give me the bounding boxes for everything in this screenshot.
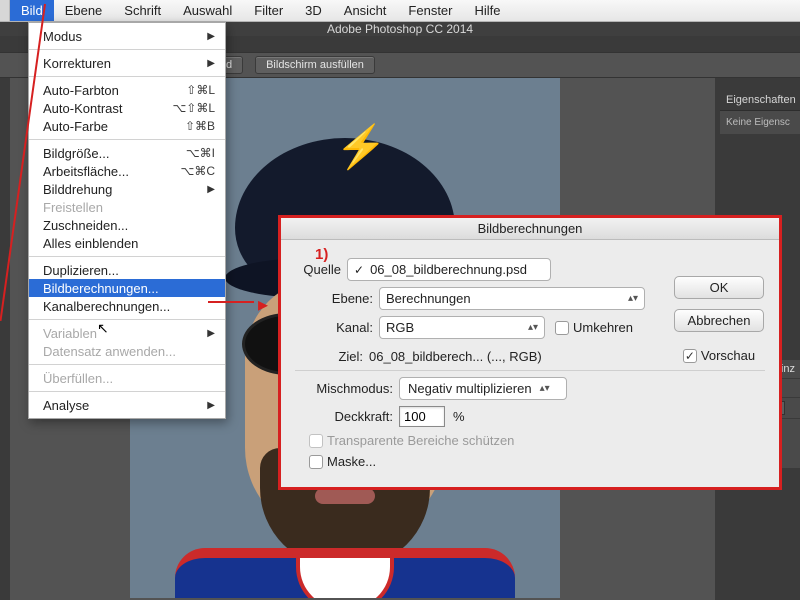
lips-shape — [315, 488, 375, 504]
menu-bild[interactable]: Bild — [10, 0, 54, 21]
layer-select[interactable]: Berechnungen ▴▾ — [379, 287, 645, 310]
blend-value: Negativ multiplizieren — [408, 381, 532, 396]
menu-item-datensatz: Datensatz anwenden... — [29, 342, 225, 360]
mask-label: Maske... — [327, 454, 376, 469]
menu-item-kanalberechnungen[interactable]: Kanalberechnungen... — [29, 297, 225, 315]
jersey-shape — [175, 548, 515, 598]
chevron-right-icon: ▶ — [207, 400, 215, 411]
chevron-right-icon: ▶ — [207, 328, 215, 339]
dialog-title: Bildberechnungen — [281, 218, 779, 240]
menu-hilfe[interactable]: Hilfe — [464, 0, 512, 21]
menu-ansicht[interactable]: Ansicht — [333, 0, 398, 21]
menubar-left-edge — [0, 0, 10, 21]
chevron-updown-icon: ▴▾ — [540, 383, 550, 394]
channel-value: RGB — [386, 320, 414, 335]
blend-label: Mischmodus: — [295, 381, 399, 396]
chevron-updown-icon: ▴▾ — [620, 293, 638, 304]
menu-item-analyse[interactable]: Analyse▶ — [29, 396, 225, 414]
menu-item-bildberechnungen[interactable]: Bildberechnungen... — [29, 279, 225, 297]
annotation-step-1: 1) — [315, 246, 328, 263]
source-value: 06_08_bildberechnung.psd — [370, 262, 527, 277]
menu-separator — [29, 319, 225, 320]
mask-checkbox[interactable] — [309, 455, 323, 469]
menu-item-auto-kontrast[interactable]: Auto-Kontrast⌥⇧⌘L — [29, 99, 225, 117]
menu-item-ueberfuellen: Überfüllen... — [29, 369, 225, 387]
check-icon: ✓ — [354, 263, 364, 277]
dialog-divider — [295, 370, 765, 371]
source-select[interactable]: ✓ 06_08_bildberechnung.psd — [347, 258, 551, 281]
preview-label: Vorschau — [701, 348, 755, 363]
menu-item-variablen: Variablen▶ — [29, 324, 225, 342]
invert-label: Umkehren — [573, 320, 633, 335]
layer-label: Ebene: — [319, 291, 379, 306]
menu-item-auto-farbton[interactable]: Auto-Farbton⇧⌘L — [29, 81, 225, 99]
properties-panel-header[interactable]: Eigenschaften — [720, 90, 800, 111]
blend-mode-select[interactable]: Negativ multiplizieren ▴▾ — [399, 377, 567, 400]
bolt-icon: ⚡ — [335, 123, 387, 172]
menu-fenster[interactable]: Fenster — [397, 0, 463, 21]
menu-item-bildgroesse[interactable]: Bildgröße...⌥⌘I — [29, 144, 225, 162]
transparent-checkbox — [309, 434, 323, 448]
properties-panel: Eigenschaften Keine Eigensc — [720, 90, 800, 134]
target-label: Ziel: — [325, 349, 369, 364]
source-label: Quelle — [295, 262, 347, 277]
menu-item-alles-einblenden[interactable]: Alles einblenden — [29, 234, 225, 252]
menu-separator — [29, 139, 225, 140]
invert-checkbox[interactable] — [555, 321, 569, 335]
menu-item-auto-farbe[interactable]: Auto-Farbe⇧⌘B — [29, 117, 225, 135]
chevron-updown-icon: ▴▾ — [520, 322, 538, 333]
preview-checkbox[interactable] — [683, 349, 697, 363]
menu-auswahl[interactable]: Auswahl — [172, 0, 243, 21]
opacity-suffix: % — [453, 409, 465, 424]
chevron-right-icon: ▶ — [207, 31, 215, 42]
layer-value: Berechnungen — [386, 291, 471, 306]
cancel-button[interactable]: Abbrechen — [674, 309, 764, 332]
menu-item-korrekturen[interactable]: Korrekturen▶ — [29, 54, 225, 72]
menu-item-freistellen: Freistellen — [29, 198, 225, 216]
menu-separator — [29, 49, 225, 50]
menu-separator — [29, 76, 225, 77]
target-value: 06_08_bildberech... (..., RGB) — [369, 349, 542, 364]
apply-image-dialog: Bildberechnungen 1) Quelle ✓ 06_08_bildb… — [278, 215, 782, 490]
menubar: Bild Ebene Schrift Auswahl Filter 3D Ans… — [0, 0, 800, 22]
fill-screen-button[interactable]: Bildschirm ausfüllen — [255, 56, 375, 74]
menu-filter[interactable]: Filter — [243, 0, 294, 21]
menu-3d[interactable]: 3D — [294, 0, 333, 21]
menu-item-modus[interactable]: Modus▶ — [29, 27, 225, 45]
channel-select[interactable]: RGB ▴▾ — [379, 316, 545, 339]
menu-separator — [29, 256, 225, 257]
chevron-right-icon: ▶ — [207, 184, 215, 195]
menu-ebene[interactable]: Ebene — [54, 0, 114, 21]
transparent-label: Transparente Bereiche schützen — [327, 433, 514, 448]
opacity-input[interactable] — [399, 406, 445, 427]
opacity-label: Deckkraft: — [295, 409, 399, 424]
bild-menu-dropdown: Modus▶ Korrekturen▶ Auto-Farbton⇧⌘L Auto… — [28, 22, 226, 419]
channel-label: Kanal: — [319, 320, 379, 335]
menu-item-bilddrehung[interactable]: Bilddrehung▶ — [29, 180, 225, 198]
menu-schrift[interactable]: Schrift — [113, 0, 172, 21]
menu-separator — [29, 364, 225, 365]
menu-item-duplizieren[interactable]: Duplizieren... — [29, 261, 225, 279]
ok-button[interactable]: OK — [674, 276, 764, 299]
chevron-right-icon: ▶ — [207, 58, 215, 69]
properties-panel-body: Keine Eigensc — [720, 111, 800, 134]
menu-item-arbeitsflaeche[interactable]: Arbeitsfläche...⌥⌘C — [29, 162, 225, 180]
menu-item-zuschneiden[interactable]: Zuschneiden... — [29, 216, 225, 234]
menu-separator — [29, 391, 225, 392]
